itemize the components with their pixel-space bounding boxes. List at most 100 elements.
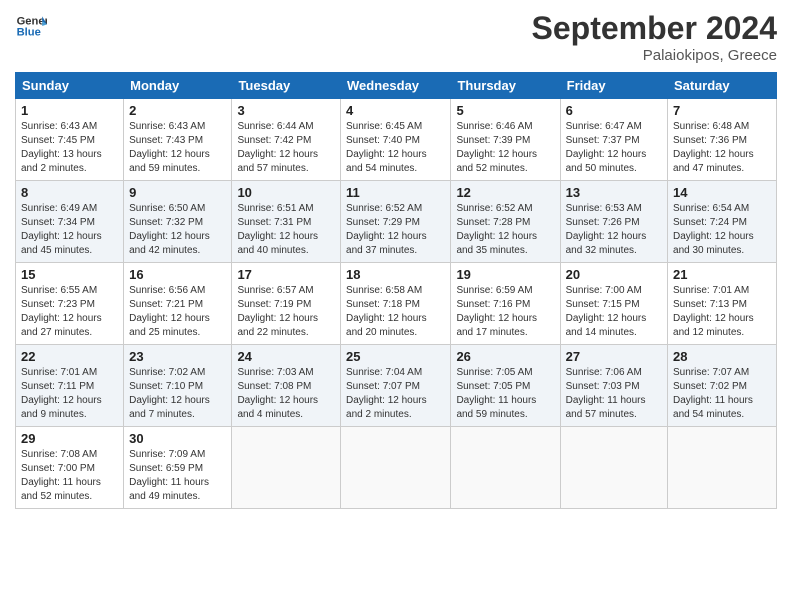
svg-text:Blue: Blue bbox=[17, 27, 41, 39]
week-row-5: 29Sunrise: 7:08 AM Sunset: 7:00 PM Dayli… bbox=[16, 427, 777, 509]
day-info: Sunrise: 6:56 AM Sunset: 7:21 PM Dayligh… bbox=[129, 284, 226, 340]
day-number: 27 bbox=[566, 349, 662, 364]
day-cell: 23 Sunrise: 7:02 AM Sunset: 7:10 PM Dayli… bbox=[124, 345, 232, 427]
day-number: 9 bbox=[129, 185, 226, 200]
day-number: 11 bbox=[346, 185, 445, 200]
day-cell: 15 Sunrise: 6:55 AM Sunset: 7:23 PM Dayli… bbox=[16, 263, 124, 345]
day-number: 5 bbox=[456, 103, 554, 118]
day-cell: 26 Sunrise: 7:05 AM Sunset: 7:05 PM Dayli… bbox=[451, 345, 560, 427]
day-cell: 22 Sunrise: 7:01 AM Sunset: 7:11 PM Dayli… bbox=[16, 345, 124, 427]
day-cell bbox=[668, 427, 777, 509]
day-number: 1 bbox=[21, 103, 118, 118]
day-cell bbox=[341, 427, 451, 509]
title-block: September 2024 Palaiokipos, Greece bbox=[532, 10, 777, 64]
day-info: Sunrise: 6:53 AM Sunset: 7:26 PM Dayligh… bbox=[566, 202, 662, 258]
day-number: 21 bbox=[673, 267, 771, 282]
day-cell: 24Sunrise: 7:03 AM Sunset: 7:08 PM Dayli… bbox=[232, 345, 341, 427]
day-cell: 5 Sunrise: 6:46 AM Sunset: 7:39 PM Daylig… bbox=[451, 99, 560, 181]
day-info: Sunrise: 7:03 AM Sunset: 7:08 PM Dayligh… bbox=[237, 366, 335, 422]
day-info: Sunrise: 6:52 AM Sunset: 7:29 PM Dayligh… bbox=[346, 202, 445, 258]
day-cell: 29Sunrise: 7:08 AM Sunset: 7:00 PM Dayli… bbox=[16, 427, 124, 509]
day-number: 7 bbox=[673, 103, 771, 118]
day-info: Sunrise: 6:59 AM Sunset: 7:16 PM Dayligh… bbox=[456, 284, 554, 340]
day-cell: 20 Sunrise: 7:00 AM Sunset: 7:15 PM Dayli… bbox=[560, 263, 667, 345]
weekday-tuesday: Tuesday bbox=[232, 73, 341, 99]
day-number: 13 bbox=[566, 185, 662, 200]
weekday-monday: Monday bbox=[124, 73, 232, 99]
day-number: 18 bbox=[346, 267, 445, 282]
day-number: 19 bbox=[456, 267, 554, 282]
day-cell: 30 Sunrise: 7:09 AM Sunset: 6:59 PM Dayli… bbox=[124, 427, 232, 509]
day-cell: 3Sunrise: 6:44 AM Sunset: 7:42 PM Daylig… bbox=[232, 99, 341, 181]
day-info: Sunrise: 6:49 AM Sunset: 7:34 PM Dayligh… bbox=[21, 202, 118, 258]
day-info: Sunrise: 7:04 AM Sunset: 7:07 PM Dayligh… bbox=[346, 366, 445, 422]
header: General Blue September 2024 Palaiokipos,… bbox=[15, 10, 777, 64]
day-info: Sunrise: 6:45 AM Sunset: 7:40 PM Dayligh… bbox=[346, 120, 445, 176]
day-info: Sunrise: 6:43 AM Sunset: 7:45 PM Dayligh… bbox=[21, 120, 118, 176]
week-row-2: 8 Sunrise: 6:49 AM Sunset: 7:34 PM Daylig… bbox=[16, 181, 777, 263]
day-number: 20 bbox=[566, 267, 662, 282]
day-number: 22 bbox=[21, 349, 118, 364]
day-info: Sunrise: 6:57 AM Sunset: 7:19 PM Dayligh… bbox=[237, 284, 335, 340]
day-info: Sunrise: 6:58 AM Sunset: 7:18 PM Dayligh… bbox=[346, 284, 445, 340]
day-number: 12 bbox=[456, 185, 554, 200]
day-info: Sunrise: 6:48 AM Sunset: 7:36 PM Dayligh… bbox=[673, 120, 771, 176]
day-cell: 2 Sunrise: 6:43 AM Sunset: 7:43 PM Daylig… bbox=[124, 99, 232, 181]
day-cell: 25 Sunrise: 7:04 AM Sunset: 7:07 PM Dayli… bbox=[341, 345, 451, 427]
day-cell: 13 Sunrise: 6:53 AM Sunset: 7:26 PM Dayli… bbox=[560, 181, 667, 263]
day-number: 2 bbox=[129, 103, 226, 118]
day-number: 26 bbox=[456, 349, 554, 364]
day-number: 28 bbox=[673, 349, 771, 364]
day-info: Sunrise: 7:07 AM Sunset: 7:02 PM Dayligh… bbox=[673, 366, 771, 422]
week-row-4: 22 Sunrise: 7:01 AM Sunset: 7:11 PM Dayli… bbox=[16, 345, 777, 427]
weekday-sunday: Sunday bbox=[16, 73, 124, 99]
day-number: 6 bbox=[566, 103, 662, 118]
day-info: Sunrise: 6:55 AM Sunset: 7:23 PM Dayligh… bbox=[21, 284, 118, 340]
month-title: September 2024 bbox=[532, 10, 777, 47]
logo-icon: General Blue bbox=[15, 10, 47, 42]
day-info: Sunrise: 6:46 AM Sunset: 7:39 PM Dayligh… bbox=[456, 120, 554, 176]
day-cell: 16 Sunrise: 6:56 AM Sunset: 7:21 PM Dayli… bbox=[124, 263, 232, 345]
day-cell: 17 Sunrise: 6:57 AM Sunset: 7:19 PM Dayli… bbox=[232, 263, 341, 345]
day-info: Sunrise: 6:44 AM Sunset: 7:42 PM Dayligh… bbox=[237, 120, 335, 176]
day-info: Sunrise: 7:02 AM Sunset: 7:10 PM Dayligh… bbox=[129, 366, 226, 422]
day-cell: 27 Sunrise: 7:06 AM Sunset: 7:03 PM Dayli… bbox=[560, 345, 667, 427]
day-number: 30 bbox=[129, 431, 226, 446]
calendar: SundayMondayTuesdayWednesdayThursdayFrid… bbox=[15, 72, 777, 509]
day-cell: 19 Sunrise: 6:59 AM Sunset: 7:16 PM Dayli… bbox=[451, 263, 560, 345]
day-info: Sunrise: 6:47 AM Sunset: 7:37 PM Dayligh… bbox=[566, 120, 662, 176]
day-cell: 10 Sunrise: 6:51 AM Sunset: 7:31 PM Dayli… bbox=[232, 181, 341, 263]
day-cell: 1 Sunrise: 6:43 AM Sunset: 7:45 PM Daylig… bbox=[16, 99, 124, 181]
day-info: Sunrise: 6:52 AM Sunset: 7:28 PM Dayligh… bbox=[456, 202, 554, 258]
day-cell: 18 Sunrise: 6:58 AM Sunset: 7:18 PM Dayli… bbox=[341, 263, 451, 345]
day-info: Sunrise: 7:09 AM Sunset: 6:59 PM Dayligh… bbox=[129, 448, 226, 504]
day-number: 17 bbox=[237, 267, 335, 282]
day-info: Sunrise: 6:43 AM Sunset: 7:43 PM Dayligh… bbox=[129, 120, 226, 176]
day-cell: 8 Sunrise: 6:49 AM Sunset: 7:34 PM Daylig… bbox=[16, 181, 124, 263]
day-cell: 28 Sunrise: 7:07 AM Sunset: 7:02 PM Dayli… bbox=[668, 345, 777, 427]
page-container: General Blue September 2024 Palaiokipos,… bbox=[0, 0, 792, 519]
day-cell: 21Sunrise: 7:01 AM Sunset: 7:13 PM Dayli… bbox=[668, 263, 777, 345]
day-cell: 4Sunrise: 6:45 AM Sunset: 7:40 PM Daylig… bbox=[341, 99, 451, 181]
day-number: 16 bbox=[129, 267, 226, 282]
weekday-header-row: SundayMondayTuesdayWednesdayThursdayFrid… bbox=[16, 73, 777, 99]
day-info: Sunrise: 7:06 AM Sunset: 7:03 PM Dayligh… bbox=[566, 366, 662, 422]
day-number: 23 bbox=[129, 349, 226, 364]
day-info: Sunrise: 7:08 AM Sunset: 7:00 PM Dayligh… bbox=[21, 448, 118, 504]
day-info: Sunrise: 6:50 AM Sunset: 7:32 PM Dayligh… bbox=[129, 202, 226, 258]
week-row-3: 15 Sunrise: 6:55 AM Sunset: 7:23 PM Dayli… bbox=[16, 263, 777, 345]
day-cell: 7 Sunrise: 6:48 AM Sunset: 7:36 PM Daylig… bbox=[668, 99, 777, 181]
day-cell bbox=[232, 427, 341, 509]
day-info: Sunrise: 7:01 AM Sunset: 7:11 PM Dayligh… bbox=[21, 366, 118, 422]
day-info: Sunrise: 6:51 AM Sunset: 7:31 PM Dayligh… bbox=[237, 202, 335, 258]
logo: General Blue bbox=[15, 10, 47, 42]
day-number: 14 bbox=[673, 185, 771, 200]
day-info: Sunrise: 7:05 AM Sunset: 7:05 PM Dayligh… bbox=[456, 366, 554, 422]
day-number: 15 bbox=[21, 267, 118, 282]
week-row-1: 1 Sunrise: 6:43 AM Sunset: 7:45 PM Daylig… bbox=[16, 99, 777, 181]
day-number: 25 bbox=[346, 349, 445, 364]
weekday-thursday: Thursday bbox=[451, 73, 560, 99]
day-number: 10 bbox=[237, 185, 335, 200]
day-info: Sunrise: 7:00 AM Sunset: 7:15 PM Dayligh… bbox=[566, 284, 662, 340]
day-number: 8 bbox=[21, 185, 118, 200]
